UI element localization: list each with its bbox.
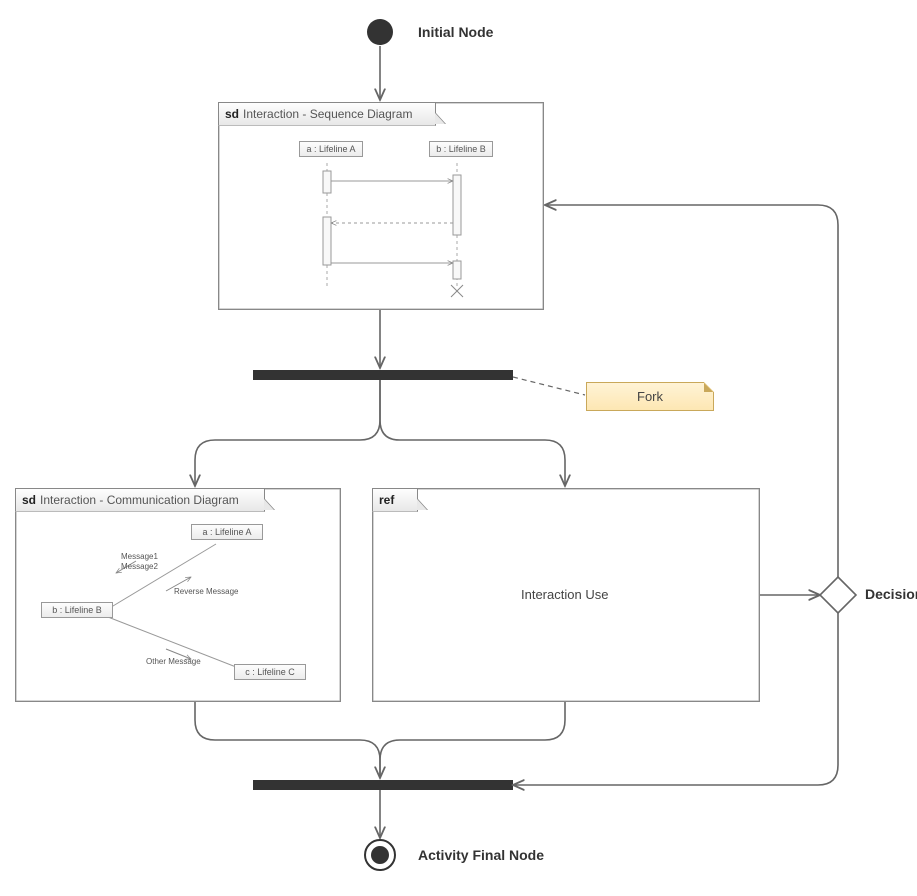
- ref-frame-title: Interaction Use: [521, 587, 608, 602]
- communication-frame[interactable]: sdInteraction - Communication Diagram a …: [15, 488, 341, 702]
- comm-msg2: Message2: [121, 562, 158, 571]
- sequence-inner: [219, 103, 543, 309]
- comm-lifeline-b: b : Lifeline B: [41, 602, 113, 618]
- final-node-label: Activity Final Node: [418, 847, 544, 863]
- comm-lifeline-a: a : Lifeline A: [191, 524, 263, 540]
- initial-node-label: Initial Node: [418, 24, 493, 40]
- ref-frame-tab: ref: [372, 488, 418, 512]
- comm-lifeline-c: c : Lifeline C: [234, 664, 306, 680]
- fork-note-text: Fork: [637, 389, 663, 404]
- fork-note: Fork: [586, 382, 714, 411]
- seq-lifeline-a: a : Lifeline A: [299, 141, 363, 157]
- sequence-frame[interactable]: sdInteraction - Sequence Diagram a : Lif…: [218, 102, 544, 310]
- comm-other: Other Message: [146, 657, 201, 666]
- decision-label: Decision: [865, 586, 917, 602]
- seq-lifeline-b: b : Lifeline B: [429, 141, 493, 157]
- comm-msg1: Message1: [121, 552, 158, 561]
- comm-rev: Reverse Message: [174, 587, 238, 596]
- ref-frame[interactable]: ref Interaction Use: [372, 488, 760, 702]
